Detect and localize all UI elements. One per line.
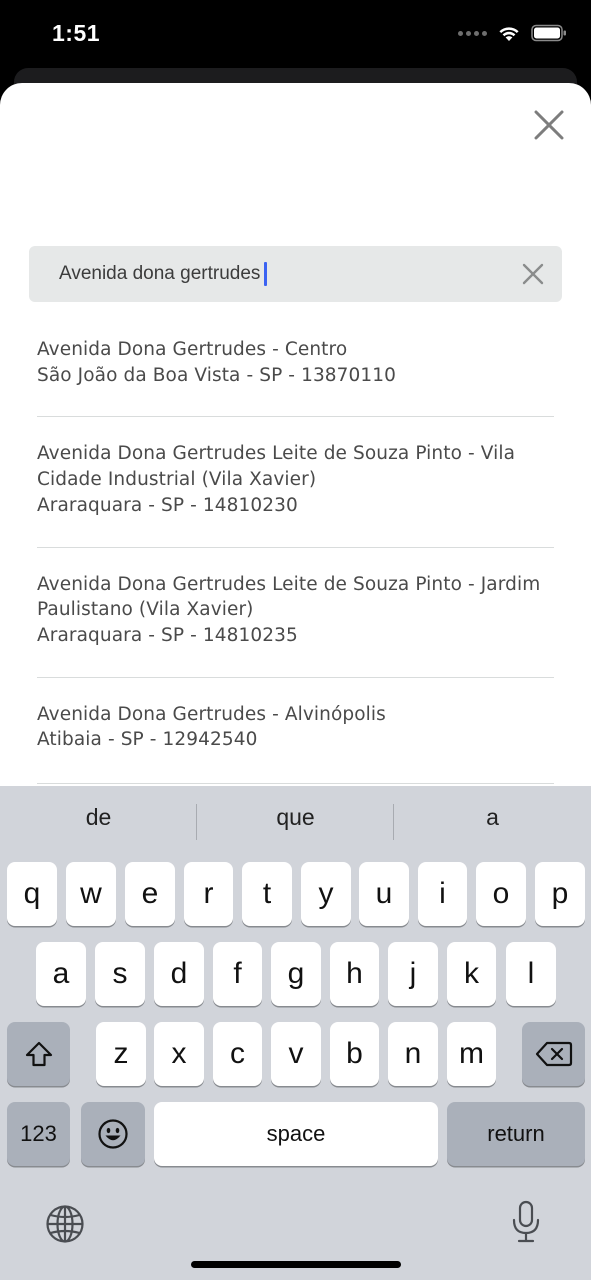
result-item[interactable]: Avenida Dona Gertrudes - Alvinópolis Ati… [37,678,554,785]
search-results-list: Avenida Dona Gertrudes - Centro São João… [37,313,554,785]
result-item[interactable]: Avenida Dona Gertrudes Leite de Souza Pi… [37,417,554,548]
search-field[interactable]: Avenida dona gertrudes [29,246,562,302]
key-o[interactable]: o [476,862,526,926]
status-time: 1:51 [52,20,101,46]
result-neighborhood: Cidade Industrial (Vila Xavier) [37,469,317,491]
key-d[interactable]: d [154,942,204,1006]
key-z[interactable]: z [96,1022,146,1086]
microphone-icon[interactable] [510,1200,542,1244]
result-street: Avenida Dona Gertrudes - Centro [37,339,348,360]
key-t[interactable]: t [242,862,292,926]
suggestion-3[interactable]: a [394,804,591,831]
key-h[interactable]: h [330,942,379,1006]
key-n[interactable]: n [388,1022,438,1086]
clear-icon [522,263,544,285]
delete-key[interactable] [522,1022,585,1086]
key-e[interactable]: e [125,862,175,926]
result-street: Avenida Dona Gertrudes - Alvinópolis [37,703,386,725]
key-c[interactable]: c [213,1022,262,1086]
key-b[interactable]: b [330,1022,379,1086]
key-l[interactable]: l [506,942,556,1006]
key-x[interactable]: x [154,1022,204,1086]
result-street: Avenida Dona Gertrudes Leite de Souza Pi… [37,573,541,595]
home-indicator[interactable] [191,1261,401,1268]
globe-icon[interactable] [45,1204,85,1244]
result-street: Avenida Dona Gertrudes Leite de Souza Pi… [37,443,516,465]
result-item[interactable]: Avenida Dona Gertrudes - Centro São João… [37,313,554,418]
result-city: Araraquara - SP - 14810230 [37,494,298,516]
key-u[interactable]: u [359,862,409,926]
shift-key[interactable] [7,1022,70,1086]
wifi-icon [499,27,519,41]
key-a[interactable]: a [36,942,86,1006]
key-g[interactable]: g [271,942,321,1006]
close-button[interactable] [531,107,567,143]
space-key[interactable]: space [154,1102,438,1166]
key-v[interactable]: v [271,1022,321,1086]
backspace-icon [535,1041,572,1067]
cellular-signal-icon [458,30,487,36]
keyboard: de que a q w e r t y u i o p a s d f g h… [0,786,591,1280]
close-icon [534,110,564,140]
key-y[interactable]: y [301,862,351,926]
key-m[interactable]: m [447,1022,496,1086]
emoji-key[interactable] [81,1102,145,1166]
search-input[interactable]: Avenida dona gertrudes [59,261,268,287]
key-w[interactable]: w [66,862,116,926]
shift-icon [25,1041,52,1067]
key-i[interactable]: i [418,862,467,926]
key-j[interactable]: j [388,942,438,1006]
key-q[interactable]: q [7,862,57,926]
key-p[interactable]: p [535,862,585,926]
emoji-icon [98,1119,128,1149]
battery-icon [531,24,566,42]
key-r[interactable]: r [184,862,233,926]
text-caret [264,262,268,286]
predictive-bar: de que a [0,786,591,860]
key-f[interactable]: f [213,942,262,1006]
result-city: Atibaia - SP - 12942540 [37,729,258,751]
result-city: Araraquara - SP - 14810235 [37,624,298,646]
return-key[interactable]: return [447,1102,585,1166]
key-k[interactable]: k [447,942,496,1006]
numbers-key[interactable]: 123 [7,1102,70,1166]
search-input-value: Avenida dona gertrudes [59,263,261,284]
status-icons [458,24,567,42]
suggestion-2[interactable]: que [197,804,394,831]
suggestion-1[interactable]: de [0,804,197,831]
result-city: São João da Boa Vista - SP - 13870110 [37,364,397,386]
result-item[interactable]: Avenida Dona Gertrudes Leite de Souza Pi… [37,548,554,678]
status-bar: 1:51 [0,0,591,70]
clear-search-button[interactable] [522,263,544,285]
key-s[interactable]: s [95,942,145,1006]
result-neighborhood: Paulistano (Vila Xavier) [37,599,254,621]
